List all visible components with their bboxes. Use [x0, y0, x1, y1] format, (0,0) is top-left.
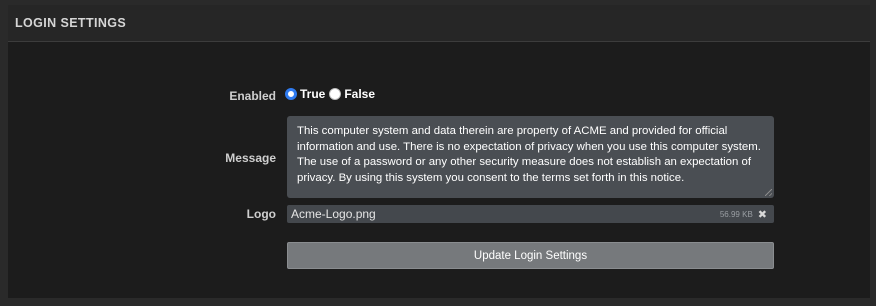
enabled-label: Enabled	[229, 89, 276, 103]
radio-true[interactable]	[285, 88, 297, 100]
radio-option-true[interactable]: True	[285, 87, 325, 101]
login-settings-panel: LOGIN SETTINGS Enabled True False Messag…	[8, 5, 870, 298]
radio-false-label: False	[344, 87, 376, 101]
logo-file-field[interactable]: Acme-Logo.png 56.99 KB ✖	[287, 205, 774, 223]
update-button-label: Update Login Settings	[473, 249, 588, 262]
panel-header: LOGIN SETTINGS	[8, 5, 870, 42]
update-login-settings-button[interactable]: Update Login Settings	[287, 242, 774, 269]
message-text: This computer system and data therein ar…	[297, 125, 761, 184]
message-textarea[interactable]: This computer system and data therein ar…	[287, 116, 774, 198]
radio-false[interactable]	[329, 88, 342, 100]
close-icon[interactable]: ✖	[758, 208, 767, 221]
logo-file-size: 56.99 KB	[719, 209, 753, 219]
logo-label: Logo	[246, 207, 276, 221]
enabled-radio-group: True False	[285, 87, 375, 101]
panel-title: LOGIN SETTINGS	[15, 16, 127, 30]
message-label: Message	[225, 151, 276, 165]
logo-file-name: Acme-Logo.png	[291, 207, 376, 221]
resize-grip-icon[interactable]	[765, 189, 772, 196]
radio-option-false[interactable]: False	[329, 87, 375, 101]
radio-true-label: True	[300, 87, 326, 101]
